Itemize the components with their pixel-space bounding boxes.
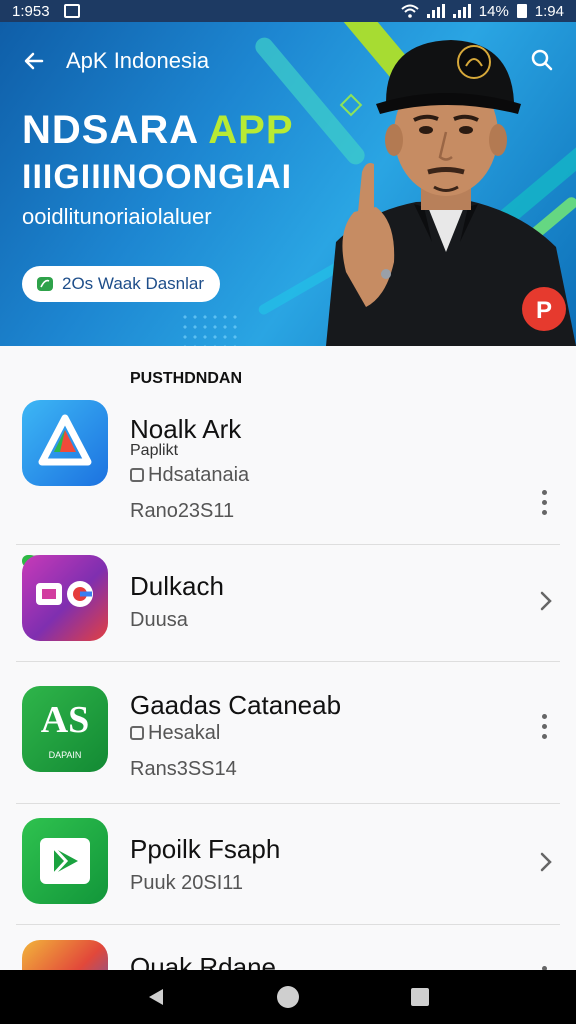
list-item[interactable]: AS DAPAIN Gaadas Cataneab Hesakal Rans3S… [0, 682, 576, 802]
play-arrow-icon [40, 838, 90, 884]
status-time-left: 1:953 [12, 2, 50, 20]
app-icon-text: AS [40, 699, 90, 741]
circle-home-icon [277, 986, 299, 1008]
drive-triangle-icon [38, 414, 92, 466]
app-name: Ppoilk Fsaph [130, 834, 281, 864]
divider [16, 803, 560, 804]
svg-text:P: P [536, 297, 552, 324]
app-icon-dulkach [22, 555, 108, 641]
app-version: Rans3SS14 [130, 758, 237, 780]
app-name: Dulkach [130, 571, 224, 601]
app-category: Hesakal [148, 722, 221, 744]
chevron-right-icon [540, 591, 552, 611]
arrow-left-icon [24, 52, 44, 70]
wifi-icon [401, 4, 419, 18]
app-bar: ApK Indonesia [0, 22, 576, 100]
nav-back-button[interactable] [136, 977, 176, 1017]
square-recents-icon [411, 988, 429, 1006]
page-title: ApK Indonesia [66, 48, 210, 73]
leaf-icon [37, 277, 53, 291]
divider [16, 544, 560, 545]
chat-bubble-icon [36, 581, 93, 607]
signal-icon-2 [452, 4, 471, 18]
back-button[interactable] [14, 41, 54, 81]
list-item[interactable]: Noalk Ark Paplikt Hdsatanaia Rano23S11 [0, 396, 576, 567]
more-options-button[interactable] [532, 482, 556, 522]
hero-pill-label: 2Os Waak Dasnlar [62, 274, 205, 293]
status-bar: 1:953 14% 1:94 [0, 0, 576, 22]
status-time-right: 1:94 [534, 2, 564, 20]
hero-title: NDSARA APP [22, 108, 294, 153]
chevron-right-button[interactable] [534, 589, 558, 613]
battery-icon [516, 4, 527, 18]
hero-download-button[interactable]: 2Os Waak Dasnlar [22, 266, 220, 302]
app-name: Noalk Ark [130, 414, 242, 444]
checkbox-icon [130, 468, 144, 482]
app-subtitle: Duusa [130, 609, 188, 631]
hero-title-main: NDSARA [22, 108, 209, 152]
system-navigation-bar [0, 970, 576, 1024]
hero-title-accent: APP [208, 108, 294, 152]
divider [16, 924, 560, 925]
more-options-button[interactable] [532, 706, 556, 746]
battery-percent: 14% [478, 2, 509, 20]
chevron-right-icon [540, 852, 552, 872]
app-icon-drive [22, 400, 108, 486]
app-list: PUSTHDNDAN Noalk Ark Paplikt Hdsatanaia … [0, 346, 576, 970]
screenshot-notification-icon [63, 4, 80, 18]
app-icon-ppoilk [22, 818, 108, 904]
app-icon-ouak [22, 940, 108, 970]
app-name: Gaadas Cataneab [130, 690, 342, 720]
app-version: Puuk 20SI11 [130, 872, 244, 894]
app-icon-gaadas: AS DAPAIN [22, 686, 108, 772]
divider [16, 661, 560, 662]
hero-tagline: ooidlitunoriaiolaluer [22, 204, 212, 229]
nav-recents-button[interactable] [400, 977, 440, 1017]
section-title: PUSTHDNDAN [130, 370, 242, 387]
app-name: Ouak Rdane [130, 952, 276, 970]
app-publisher: Paplikt [130, 442, 179, 459]
chevron-right-button[interactable] [534, 850, 558, 874]
signal-icon [426, 4, 445, 18]
app-icon-caption: DAPAIN [48, 750, 82, 760]
list-item[interactable]: Ouak Rdane [0, 940, 576, 970]
triangle-back-icon [149, 989, 163, 1005]
nav-home-button[interactable] [268, 977, 308, 1017]
hero-subtitle: IIIGIIINOONGIAI [22, 158, 293, 196]
checkbox-icon [130, 726, 144, 740]
list-item[interactable]: Dulkach Duusa [0, 551, 576, 661]
list-item[interactable]: Ppoilk Fsaph Puuk 20SI11 [0, 818, 576, 928]
more-options-button[interactable] [532, 958, 556, 970]
search-button[interactable] [524, 42, 560, 78]
search-icon [531, 49, 553, 71]
app-version: Rano23S11 [130, 500, 235, 522]
app-category: Hdsatanaia [148, 464, 250, 486]
decorative-dots [180, 312, 240, 346]
